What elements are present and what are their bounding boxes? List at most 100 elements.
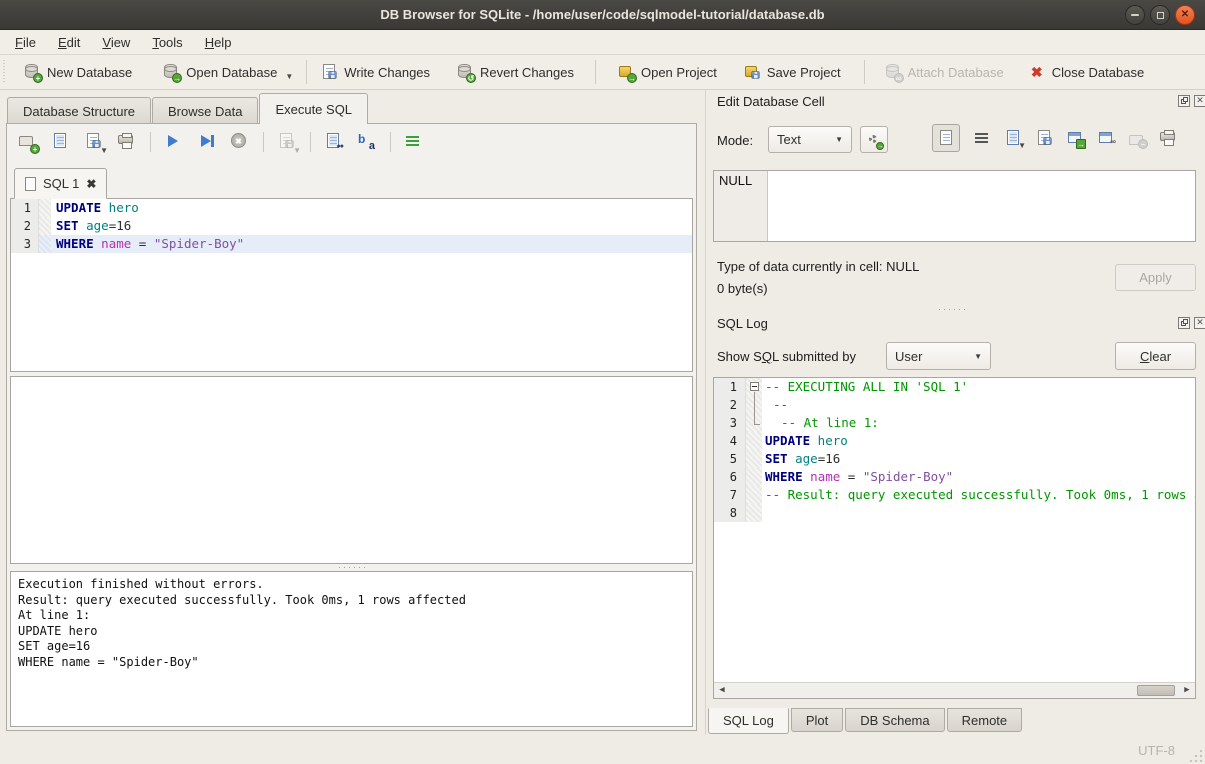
tab-database-structure[interactable]: Database Structure	[7, 97, 151, 124]
float-dock-icon[interactable]	[1178, 317, 1190, 329]
log-line: 3-- At line 1:	[714, 414, 1195, 432]
close-tab-icon[interactable]: ✖	[86, 177, 96, 191]
save-project-button[interactable]: Save Project	[736, 58, 848, 86]
write-changes-button[interactable]: Write Changes	[313, 58, 437, 86]
mode-select[interactable]: Text ▼	[768, 126, 852, 153]
open-external-icon[interactable]: →	[1066, 129, 1084, 147]
word-wrap-icon[interactable]	[404, 132, 424, 152]
sql-editor[interactable]: 1UPDATE hero 2SET age=16 3WHERE name = "…	[10, 198, 693, 372]
tab-browse-data[interactable]: Browse Data	[152, 97, 258, 124]
code-line-current: 3WHERE name = "Spider-Boy"	[11, 235, 692, 253]
sql-log-dock-buttons: ✕	[1178, 317, 1205, 329]
titlebar[interactable]: DB Browser for SQLite - /home/user/code/…	[0, 0, 1205, 30]
resize-grip[interactable]	[1190, 749, 1203, 762]
minimize-button[interactable]	[1125, 5, 1145, 25]
project-save-icon	[743, 63, 761, 81]
sql-table: hero	[810, 433, 848, 448]
fold-margin	[746, 504, 762, 522]
sql-log-view[interactable]: 1-- EXECUTING ALL IN 'SQL 1' 2 -- 3-- At …	[713, 377, 1196, 699]
format-sql-icon[interactable]: ba	[357, 132, 377, 152]
clear-button-label: Clear	[1140, 349, 1171, 364]
line-number: 2	[714, 396, 746, 414]
dock-splitter[interactable]: ······	[938, 306, 968, 312]
export-data-icon[interactable]	[1035, 129, 1053, 147]
tab-remote[interactable]: Remote	[947, 708, 1023, 732]
text-mode-icon[interactable]	[932, 124, 960, 152]
tab-sql-log[interactable]: SQL Log	[708, 708, 789, 734]
execute-all-icon[interactable]	[164, 132, 184, 152]
new-sql-tab-icon[interactable]: +	[18, 132, 38, 152]
statusbar: UTF-8	[0, 735, 1205, 764]
log-filter-select[interactable]: User ▼	[886, 342, 991, 370]
fold-margin	[746, 468, 762, 486]
message-line: WHERE name = "Spider-Boy"	[18, 655, 685, 671]
clear-log-button[interactable]: Clear	[1115, 342, 1196, 370]
line-number: 4	[714, 432, 746, 450]
save-sql-file-icon[interactable]: ▼	[84, 132, 104, 152]
tab-plot[interactable]: Plot	[791, 708, 843, 732]
cell-value-editor[interactable]: NULL	[713, 170, 1196, 242]
export-results-icon[interactable]: ▼	[277, 132, 297, 152]
sql-string: "Spider-Boy"	[154, 236, 244, 251]
toolbar-separator	[595, 60, 596, 84]
horizontal-scrollbar[interactable]: ◀ ▶	[714, 682, 1195, 698]
edit-cell-dock-buttons: ✕	[1178, 95, 1205, 107]
maximize-button[interactable]	[1150, 5, 1170, 25]
tab-execute-sql[interactable]: Execute SQL	[259, 93, 368, 124]
word-wrap-icon[interactable]	[973, 129, 991, 147]
toolbar-separator	[310, 132, 311, 152]
menu-edit[interactable]: Edit	[47, 32, 91, 53]
execute-line-icon[interactable]	[197, 132, 217, 152]
log-line: 7-- Result: query executed successfully.…	[714, 486, 1195, 504]
fold-collapse-icon[interactable]	[750, 382, 759, 391]
menu-view[interactable]: View	[91, 32, 141, 53]
open-database-label: Open Database	[186, 65, 277, 80]
scroll-left-icon[interactable]: ◀	[714, 683, 730, 698]
log-line: 4UPDATE hero	[714, 432, 1195, 450]
fold-margin	[746, 432, 762, 450]
toolbar-separator	[864, 60, 865, 84]
import-data-icon[interactable]: ▼	[1004, 129, 1022, 147]
menu-tools[interactable]: Tools	[141, 32, 193, 53]
scrollbar-thumb[interactable]	[1137, 685, 1175, 696]
tab-db-schema[interactable]: DB Schema	[845, 708, 944, 732]
menu-file[interactable]: File	[4, 32, 47, 53]
horizontal-splitter[interactable]: ······	[338, 564, 368, 570]
apply-auto-button[interactable]: →	[860, 126, 888, 153]
find-replace-icon[interactable]: ●●	[324, 132, 344, 152]
database-new-icon: +	[23, 63, 41, 81]
sql-table: hero	[101, 200, 139, 215]
close-dock-icon[interactable]: ✕	[1194, 95, 1205, 107]
results-pane[interactable]	[10, 376, 693, 564]
attach-database-button[interactable]: ∞ Attach Database	[877, 58, 1011, 86]
sql-document-tab[interactable]: SQL 1 ✖	[14, 168, 107, 199]
open-database-dropdown-icon[interactable]: ▼	[285, 72, 293, 81]
open-sql-file-icon[interactable]	[51, 132, 71, 152]
sql-operator: =	[131, 236, 154, 251]
toolbar-grip[interactable]	[3, 60, 10, 84]
open-project-label: Open Project	[641, 65, 717, 80]
message-line: Execution finished without errors.	[18, 577, 685, 593]
apply-button[interactable]: Apply	[1115, 264, 1196, 291]
revert-changes-button[interactable]: ↺ Revert Changes	[449, 58, 581, 86]
log-comment: --	[773, 397, 788, 412]
stop-icon[interactable]: ✖	[230, 132, 250, 152]
messages-pane[interactable]: Execution finished without errors.Result…	[10, 571, 693, 727]
close-button[interactable]: ✕	[1175, 5, 1195, 25]
log-line: 1-- EXECUTING ALL IN 'SQL 1'	[714, 378, 1195, 396]
link-data-icon[interactable]: ∞	[1097, 129, 1115, 147]
close-database-button[interactable]: ✖ Close Database	[1021, 58, 1152, 86]
print-icon[interactable]	[1159, 129, 1177, 147]
set-null-icon[interactable]: −	[1128, 129, 1146, 147]
sql-log-body: 1-- EXECUTING ALL IN 'SQL 1' 2 -- 3-- At …	[714, 378, 1195, 682]
open-database-button[interactable]: → Open Database ▼	[155, 58, 300, 86]
close-dock-icon[interactable]: ✕	[1194, 317, 1205, 329]
float-dock-icon[interactable]	[1178, 95, 1190, 107]
cell-size-info: 0 byte(s)	[717, 281, 768, 296]
open-project-button[interactable]: → Open Project	[610, 58, 724, 86]
cell-toolbar: ▼ → ∞ −	[932, 124, 1177, 152]
print-icon[interactable]	[117, 132, 137, 152]
new-database-button[interactable]: + New Database	[16, 58, 139, 86]
menu-help[interactable]: Help	[194, 32, 243, 53]
scroll-right-icon[interactable]: ▶	[1179, 683, 1195, 698]
